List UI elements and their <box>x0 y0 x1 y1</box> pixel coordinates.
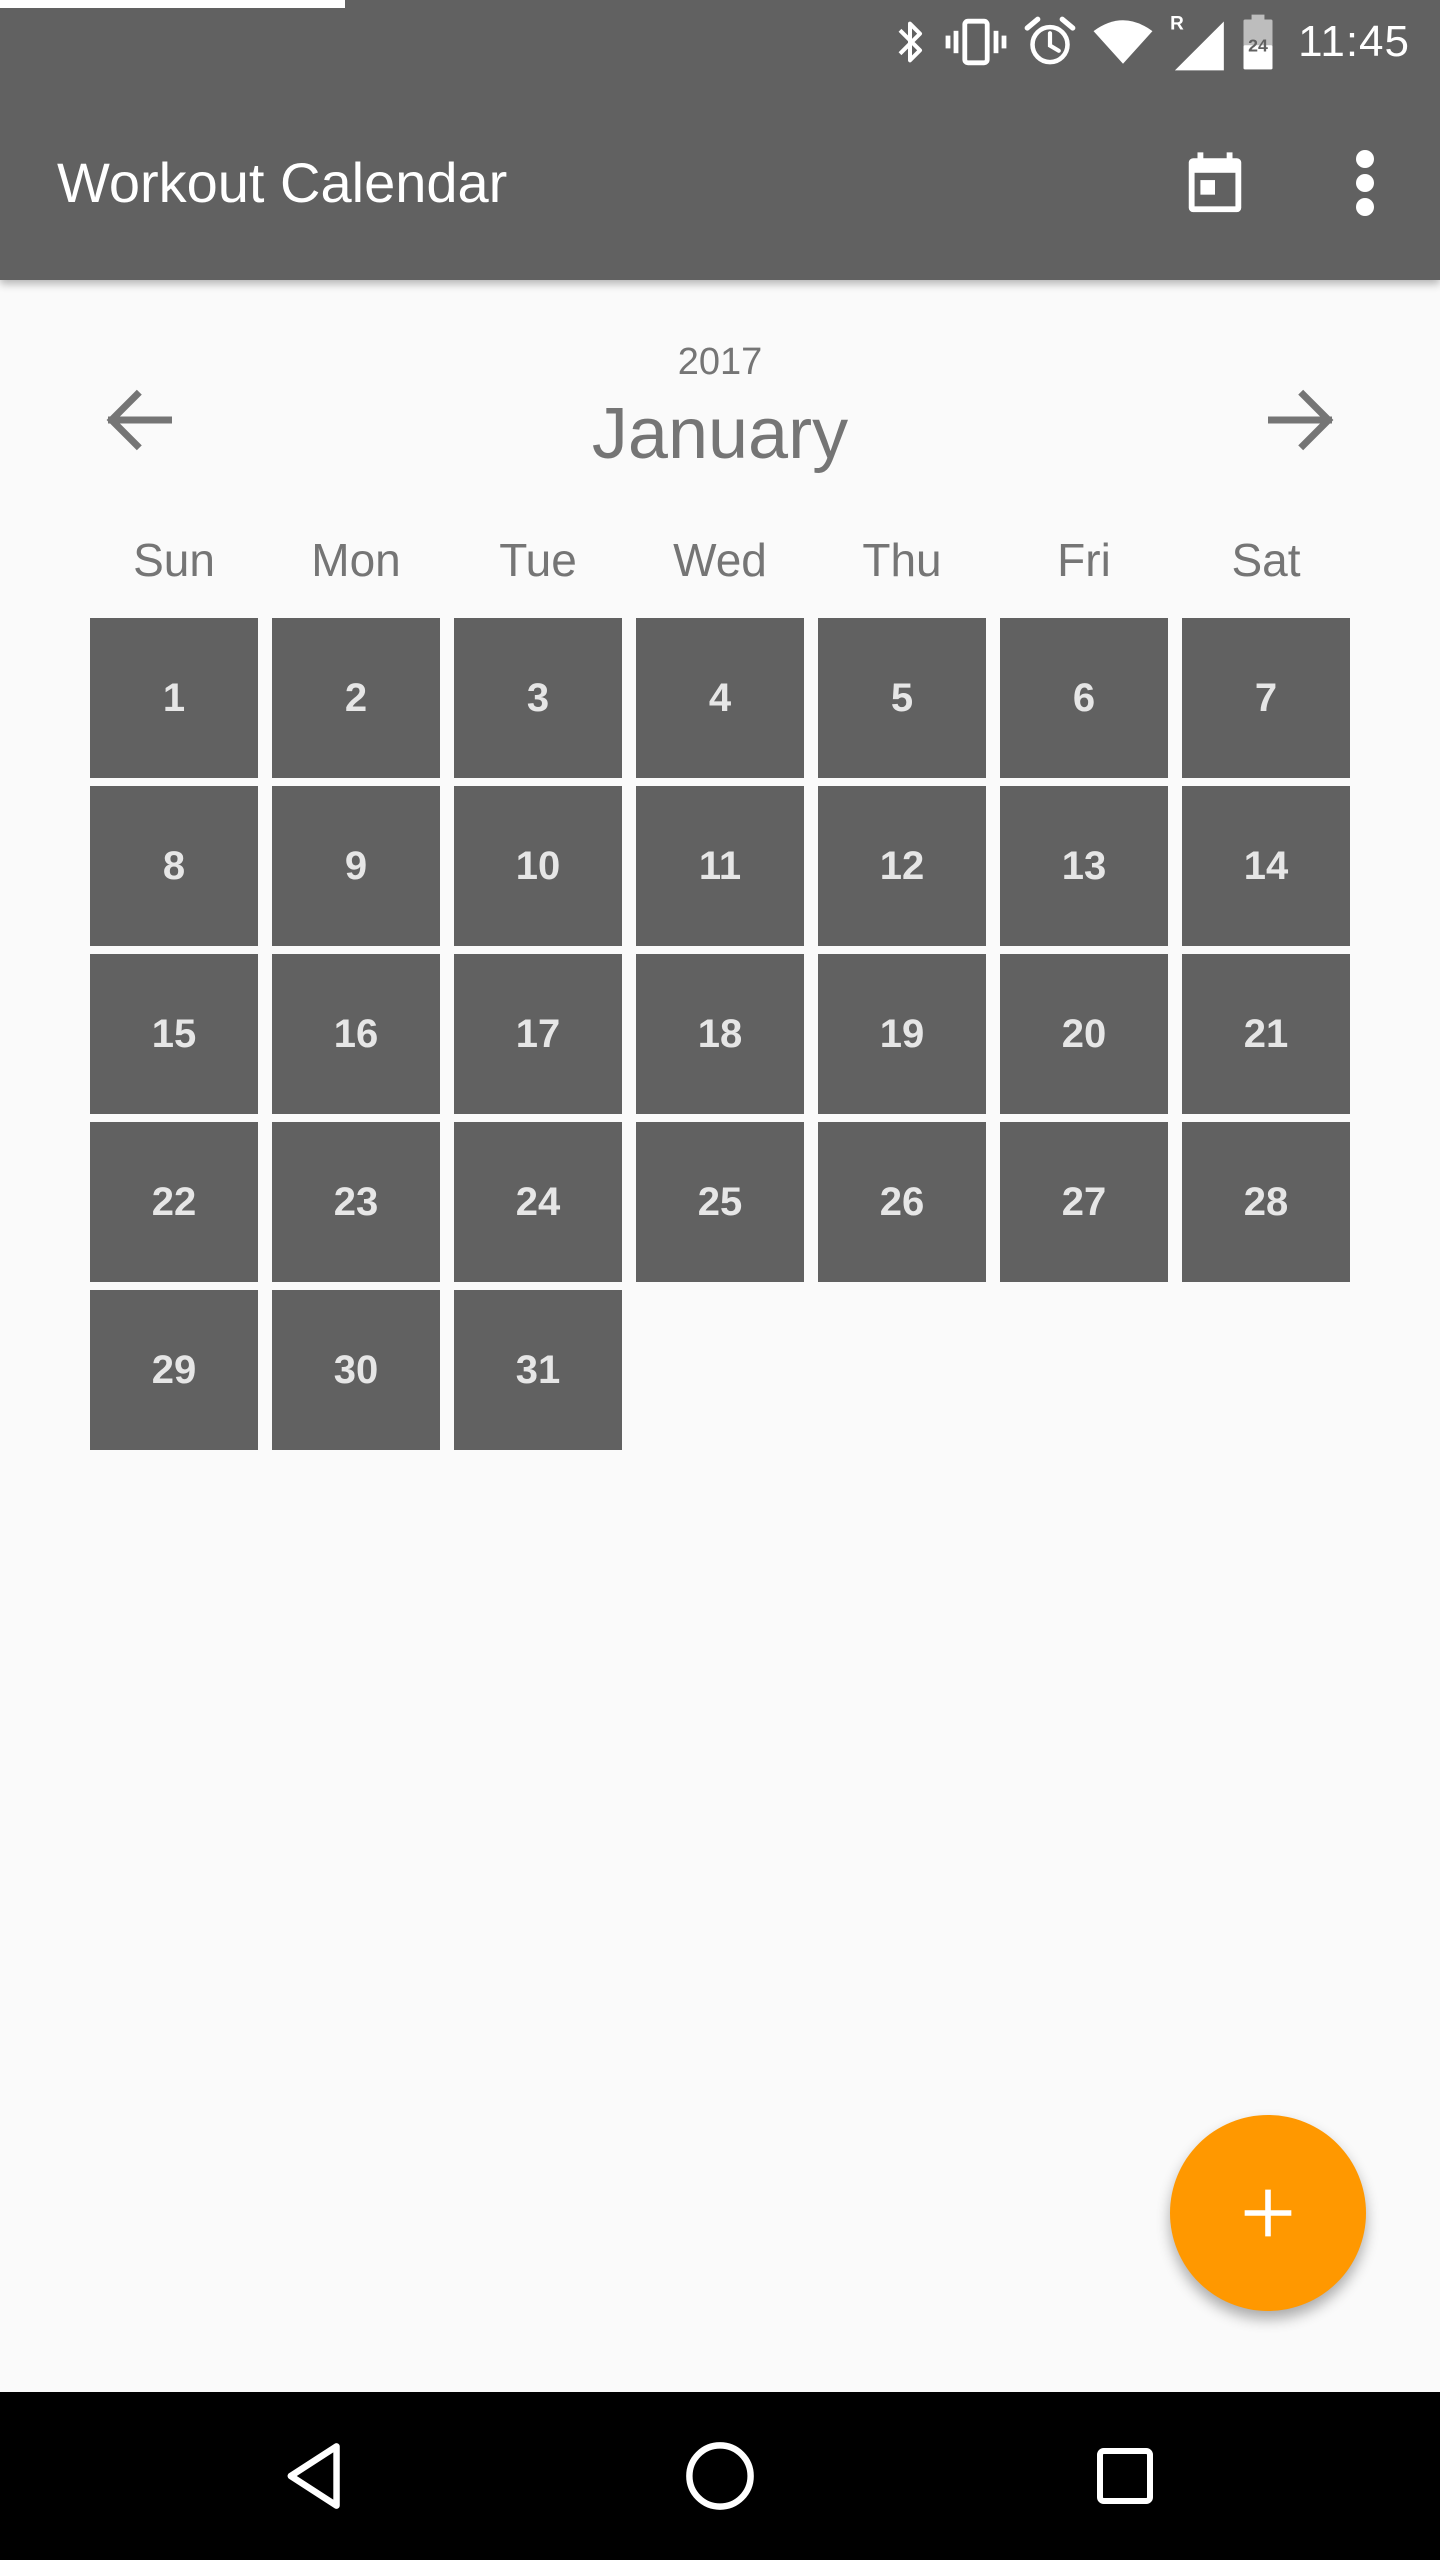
day-cell[interactable]: 13 <box>1000 786 1168 946</box>
weekday-label: Sat <box>1231 534 1301 586</box>
day-cell[interactable]: 1 <box>90 618 258 778</box>
day-cell[interactable]: 28 <box>1182 1122 1350 1282</box>
day-cell[interactable]: 25 <box>636 1122 804 1282</box>
arrow-left-icon <box>106 389 172 451</box>
alarm-icon <box>1024 16 1076 65</box>
day-cell[interactable]: 8 <box>90 786 258 946</box>
system-navigation-bar <box>0 2392 1440 2560</box>
weekday-label: Mon <box>311 534 401 586</box>
vibrate-icon <box>945 18 1007 66</box>
calendar-today-button[interactable] <box>1170 138 1260 228</box>
day-cell[interactable]: 26 <box>818 1122 986 1282</box>
day-cell[interactable]: 11 <box>636 786 804 946</box>
more-options-button[interactable] <box>1320 138 1410 228</box>
status-bar: R 24 11:45 <box>876 0 1440 84</box>
day-cell[interactable]: 20 <box>1000 954 1168 1114</box>
back-button[interactable] <box>255 2416 375 2536</box>
bluetooth-icon <box>898 21 923 63</box>
recents-icon <box>1097 2448 1153 2504</box>
day-cell[interactable]: 6 <box>1000 618 1168 778</box>
day-cell[interactable]: 17 <box>454 954 622 1114</box>
day-cell[interactable]: 12 <box>818 786 986 946</box>
calendar-today-icon <box>1188 152 1242 213</box>
day-cell[interactable]: 5 <box>818 618 986 778</box>
add-icon <box>1244 2189 1292 2237</box>
day-cell[interactable]: 22 <box>90 1122 258 1282</box>
day-cell[interactable]: 15 <box>90 954 258 1114</box>
day-cell[interactable]: 2 <box>272 618 440 778</box>
weekday-label: Thu <box>862 534 942 586</box>
day-cell[interactable]: 21 <box>1182 954 1350 1114</box>
signal-icon: R <box>1170 13 1224 71</box>
calendar-day-grid: 1 2 3 4 5 6 7 8 9 10 11 12 13 14 15 16 1… <box>90 618 1350 1450</box>
app-bar: R 24 11:45 Workout Calendar <box>0 0 1440 280</box>
day-cell[interactable]: 27 <box>1000 1122 1168 1282</box>
home-icon <box>686 2442 754 2510</box>
weekday-label: Fri <box>1057 534 1111 586</box>
day-cell[interactable]: 19 <box>818 954 986 1114</box>
day-cell[interactable]: 4 <box>636 618 804 778</box>
calendar-month: January <box>591 394 849 474</box>
app-title: Workout Calendar <box>57 151 508 214</box>
home-button[interactable] <box>660 2416 780 2536</box>
battery-level: 24 <box>1248 36 1268 56</box>
back-icon <box>287 2443 340 2509</box>
day-cell[interactable]: 10 <box>454 786 622 946</box>
add-workout-button[interactable] <box>1170 2115 1366 2311</box>
wifi-icon <box>1093 20 1153 64</box>
day-cell[interactable]: 29 <box>90 1290 258 1450</box>
day-cell[interactable]: 31 <box>454 1290 622 1450</box>
status-clock: 11:45 <box>1298 17 1410 66</box>
weekday-label: Sun <box>133 534 215 586</box>
calendar-year: 2017 <box>677 341 763 383</box>
more-vert-icon <box>1356 150 1374 216</box>
next-month-button[interactable] <box>1250 370 1350 470</box>
weekday-label: Wed <box>673 534 767 586</box>
day-cell[interactable]: 7 <box>1182 618 1350 778</box>
roaming-indicator: R <box>1170 13 1184 34</box>
day-cell[interactable]: 24 <box>454 1122 622 1282</box>
recents-button[interactable] <box>1065 2416 1185 2536</box>
day-cell[interactable]: 30 <box>272 1290 440 1450</box>
weekday-label: Tue <box>499 534 577 586</box>
day-cell[interactable]: 18 <box>636 954 804 1114</box>
progress-indicator <box>0 0 345 8</box>
previous-month-button[interactable] <box>90 370 190 470</box>
weekday-header: Sun Mon Tue Wed Thu Fri Sat <box>90 525 1350 595</box>
day-cell[interactable]: 14 <box>1182 786 1350 946</box>
day-cell[interactable]: 16 <box>272 954 440 1114</box>
arrow-right-icon <box>1268 389 1334 451</box>
day-cell[interactable]: 3 <box>454 618 622 778</box>
day-cell[interactable]: 9 <box>272 786 440 946</box>
day-cell[interactable]: 23 <box>272 1122 440 1282</box>
battery-icon: 24 <box>1243 14 1273 70</box>
